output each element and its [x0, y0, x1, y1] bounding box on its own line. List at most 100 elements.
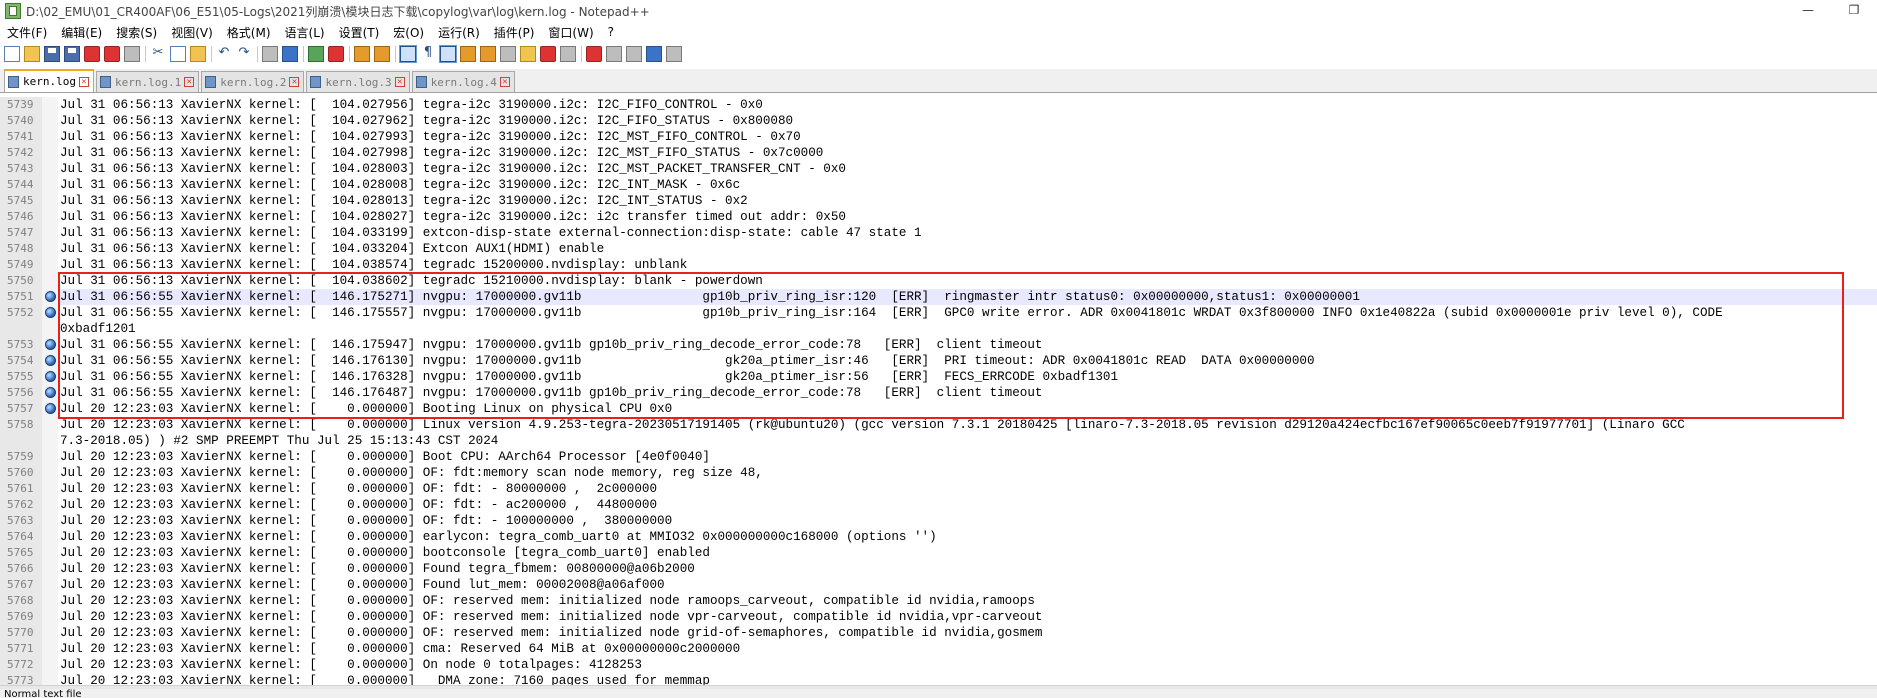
bookmark-margin[interactable] — [42, 113, 58, 129]
editor-line[interactable]: 5771 Jul 20 12:23:03 XavierNX kernel: [ 0… — [0, 641, 1877, 657]
menu-format[interactable]: 格式(M) — [220, 24, 278, 41]
editor-line[interactable]: 5742 Jul 31 06:56:13 XavierNX kernel: [ 1… — [0, 145, 1877, 161]
open-file-icon[interactable] — [24, 46, 40, 62]
find-icon[interactable] — [262, 46, 278, 62]
menu-view[interactable]: 视图(V) — [164, 24, 220, 41]
editor-line[interactable]: 5770 Jul 20 12:23:03 XavierNX kernel: [ 0… — [0, 625, 1877, 641]
minimize-button[interactable]: — — [1785, 0, 1831, 22]
editor-line[interactable]: 5768 Jul 20 12:23:03 XavierNX kernel: [ 0… — [0, 593, 1877, 609]
menu-file[interactable]: 文件(F) — [0, 24, 54, 41]
bookmark-margin[interactable] — [42, 657, 58, 673]
bookmark-margin[interactable] — [42, 97, 58, 113]
tab-kern-log-1[interactable]: kern.log.1 ✕ — [95, 71, 200, 92]
menu-run[interactable]: 运行(R) — [431, 24, 487, 41]
editor-line[interactable]: 5744 Jul 31 06:56:13 XavierNX kernel: [ 1… — [0, 177, 1877, 193]
editor-line[interactable]: 5761 Jul 20 12:23:03 XavierNX kernel: [ 0… — [0, 481, 1877, 497]
bookmark-margin[interactable] — [42, 497, 58, 513]
editor-line[interactable]: 5763 Jul 20 12:23:03 XavierNX kernel: [ 0… — [0, 513, 1877, 529]
doc-list-icon[interactable] — [540, 46, 556, 62]
bookmark-margin[interactable] — [42, 177, 58, 193]
editor-line[interactable]: 5757 Jul 20 12:23:03 XavierNX kernel: [ 0… — [0, 401, 1877, 417]
sync-vertical-scroll-icon[interactable] — [354, 46, 370, 62]
bookmark-margin[interactable] — [42, 577, 58, 593]
record-macro-icon[interactable] — [586, 46, 602, 62]
tab-kern-log-4[interactable]: kern.log.4 ✕ — [411, 71, 515, 92]
menu-plugins[interactable]: 插件(P) — [487, 24, 542, 41]
bookmark-icon[interactable] — [45, 307, 56, 318]
bookmark-margin[interactable] — [42, 673, 58, 685]
close-icon[interactable]: ✕ — [184, 77, 195, 87]
editor-line[interactable]: 5741 Jul 31 06:56:13 XavierNX kernel: [ 1… — [0, 129, 1877, 145]
bookmark-icon[interactable] — [45, 291, 56, 302]
editor-line[interactable]: 5767 Jul 20 12:23:03 XavierNX kernel: [ 0… — [0, 577, 1877, 593]
editor-line[interactable]: 5762 Jul 20 12:23:03 XavierNX kernel: [ 0… — [0, 497, 1877, 513]
menu-language[interactable]: 语言(L) — [278, 24, 332, 41]
close-icon[interactable]: ✕ — [289, 77, 300, 87]
editor-line[interactable]: 5749 Jul 31 06:56:13 XavierNX kernel: [ 1… — [0, 257, 1877, 273]
close-all-icon[interactable] — [104, 46, 120, 62]
run-macro-multiple-icon[interactable] — [646, 46, 662, 62]
bookmark-margin[interactable] — [42, 321, 58, 337]
editor-line[interactable]: 5748 Jul 31 06:56:13 XavierNX kernel: [ 1… — [0, 241, 1877, 257]
editor-line[interactable]: 5755 Jul 31 06:56:55 XavierNX kernel: [ 1… — [0, 369, 1877, 385]
editor-line[interactable]: 5754 Jul 31 06:56:55 XavierNX kernel: [ 1… — [0, 353, 1877, 369]
bookmark-margin[interactable] — [42, 641, 58, 657]
menu-help[interactable]: ? — [601, 25, 621, 39]
folder-as-workspace-icon[interactable] — [520, 46, 536, 62]
editor-line[interactable]: 5752 Jul 31 06:56:55 XavierNX kernel: [ 1… — [0, 305, 1877, 321]
bookmark-margin[interactable] — [42, 481, 58, 497]
bookmark-icon[interactable] — [45, 387, 56, 398]
save-all-icon[interactable] — [64, 46, 80, 62]
print-icon[interactable] — [124, 46, 140, 62]
close-file-icon[interactable] — [84, 46, 100, 62]
bookmark-margin[interactable] — [42, 529, 58, 545]
save-icon[interactable] — [44, 46, 60, 62]
bookmark-margin[interactable] — [42, 145, 58, 161]
sync-horizontal-scroll-icon[interactable] — [374, 46, 390, 62]
show-all-characters-icon[interactable]: ¶ — [420, 46, 436, 62]
bookmark-margin[interactable] — [42, 433, 58, 449]
replace-icon[interactable] — [282, 46, 298, 62]
paste-icon[interactable] — [190, 46, 206, 62]
menu-edit[interactable]: 编辑(E) — [54, 24, 109, 41]
bookmark-margin[interactable] — [42, 513, 58, 529]
editor-line[interactable]: 5758 Jul 20 12:23:03 XavierNX kernel: [ 0… — [0, 417, 1877, 433]
bookmark-icon[interactable] — [45, 339, 56, 350]
tab-kern-log-3[interactable]: kern.log.3 ✕ — [306, 71, 410, 92]
bookmark-margin[interactable] — [42, 129, 58, 145]
editor-line[interactable]: 5750 Jul 31 06:56:13 XavierNX kernel: [ 1… — [0, 273, 1877, 289]
editor-line[interactable]: 5766 Jul 20 12:23:03 XavierNX kernel: [ 0… — [0, 561, 1877, 577]
bookmark-margin[interactable] — [42, 561, 58, 577]
playback-macro-icon[interactable] — [626, 46, 642, 62]
editor-line[interactable]: 5764 Jul 20 12:23:03 XavierNX kernel: [ 0… — [0, 529, 1877, 545]
editor-line[interactable]: 5772 Jul 20 12:23:03 XavierNX kernel: [ 0… — [0, 657, 1877, 673]
close-icon[interactable]: ✕ — [78, 76, 89, 87]
save-macro-icon[interactable] — [666, 46, 682, 62]
editor-line[interactable]: 5773 Jul 20 12:23:03 XavierNX kernel: [ 0… — [0, 673, 1877, 685]
tab-kern-log[interactable]: kern.log ✕ — [4, 69, 94, 92]
bookmark-margin[interactable] — [42, 465, 58, 481]
bookmark-icon[interactable] — [45, 371, 56, 382]
bookmark-margin[interactable] — [42, 193, 58, 209]
user-language-icon[interactable] — [460, 46, 476, 62]
function-list-icon[interactable] — [500, 46, 516, 62]
bookmark-margin[interactable] — [42, 257, 58, 273]
stop-recording-icon[interactable] — [606, 46, 622, 62]
bookmark-margin[interactable] — [42, 241, 58, 257]
zoom-in-icon[interactable] — [308, 46, 324, 62]
menu-macro[interactable]: 宏(O) — [386, 24, 431, 41]
bookmark-margin[interactable] — [42, 609, 58, 625]
editor-line[interactable]: 5769 Jul 20 12:23:03 XavierNX kernel: [ 0… — [0, 609, 1877, 625]
editor-line[interactable]: 5765 Jul 20 12:23:03 XavierNX kernel: [ 0… — [0, 545, 1877, 561]
zoom-out-icon[interactable] — [328, 46, 344, 62]
bookmark-margin[interactable] — [42, 209, 58, 225]
text-editor[interactable]: 5739 Jul 31 06:56:13 XavierNX kernel: [ 1… — [0, 94, 1877, 685]
tab-kern-log-2[interactable]: kern.log.2 ✕ — [201, 71, 305, 92]
menu-settings[interactable]: 设置(T) — [332, 24, 387, 41]
editor-line[interactable]: 5760 Jul 20 12:23:03 XavierNX kernel: [ 0… — [0, 465, 1877, 481]
word-wrap-icon[interactable] — [399, 45, 417, 63]
bookmark-margin[interactable] — [42, 161, 58, 177]
bookmark-margin[interactable] — [42, 593, 58, 609]
cut-icon[interactable]: ✂ — [150, 46, 166, 62]
bookmark-margin[interactable] — [42, 273, 58, 289]
